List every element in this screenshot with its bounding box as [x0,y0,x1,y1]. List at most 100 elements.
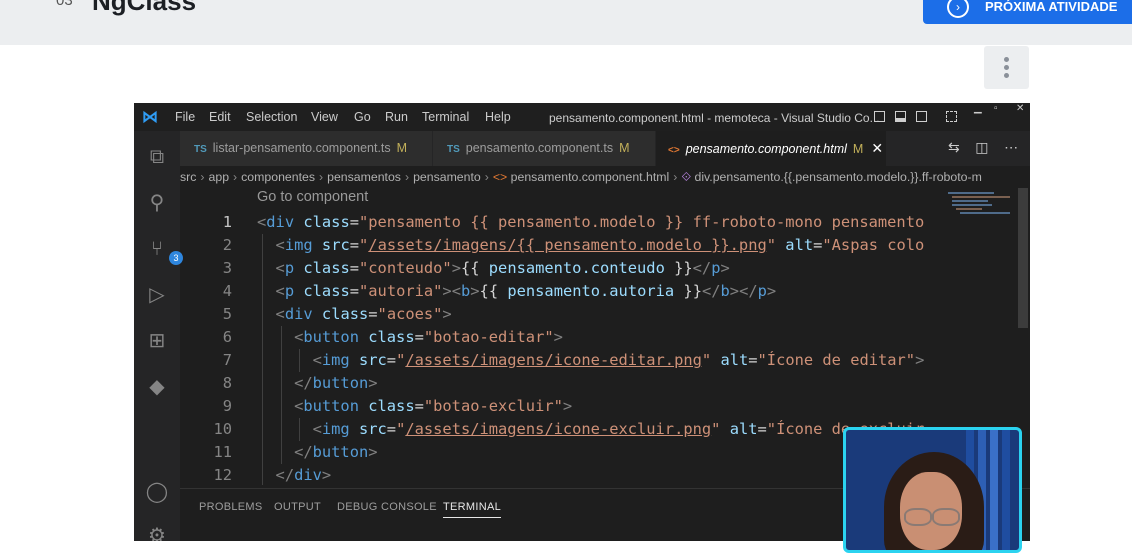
breadcrumb-item[interactable]: app [209,170,230,184]
tab-listar-pensamento-ts[interactable]: TS listar-pensamento.component.ts M [180,131,432,166]
angular-icon[interactable]: ◆ [145,375,169,399]
title-bar: ⋈ File Edit Selection View Go Run Termin… [134,103,1030,131]
line-number: 3 [222,259,232,277]
breadcrumb-item[interactable]: pensamentos [327,170,401,184]
close-tab-icon[interactable]: ✕ [871,140,883,156]
code-line[interactable]: 12 </div> [180,464,940,485]
compare-changes-icon[interactable]: ⇆ [948,139,960,155]
lesson-number: 03 [56,0,73,9]
minimap-preview [948,192,1010,214]
code-line[interactable]: 8 </button> [180,372,940,395]
breadcrumb-item[interactable]: pensamento.component.html [511,170,670,184]
indent-guide [262,303,263,326]
element-symbol-icon: ⟐ [681,170,692,184]
code-text: <p class="autoria"><b>{{ pensamento.auto… [275,282,777,300]
code-line[interactable]: 9 <button class="botao-excluir"> [180,395,940,418]
code-line[interactable]: 2 <img src="/assets/imagens/{{ pensament… [180,234,940,257]
indent-guide [262,418,263,441]
breadcrumb-item[interactable]: componentes [241,170,315,184]
code-text: <img src="/assets/imagens/icone-excluir.… [312,420,925,438]
window-close-button[interactable]: ✕ [1016,103,1024,114]
menu-terminal[interactable]: Terminal [422,110,469,124]
tab-pensamento-html[interactable]: <> pensamento.component.html M ✕ [656,131,886,166]
toggle-secondary-sidebar-icon[interactable] [916,111,927,122]
toggle-panel-icon[interactable] [895,111,906,122]
code-text: <div class="acoes"> [275,305,452,323]
activity-bar: ⧉ ⚲ ⑂ 3 ▷ ⊞ ◆ ◯ ⚙ [134,131,183,541]
arrow-circle-right-icon: › [947,0,969,18]
modified-indicator: M [619,141,630,155]
search-icon[interactable]: ⚲ [145,191,169,215]
indent-guide [280,418,282,441]
menu-run[interactable]: Run [385,110,408,124]
menu-help[interactable]: Help [485,110,511,124]
indent-guide [262,326,263,349]
toggle-sidebar-icon[interactable] [874,111,885,122]
line-number: 9 [222,397,232,415]
breadcrumb-item[interactable]: div.pensamento.{{.pensamento.modelo.}}.f… [694,170,981,184]
panel-tab-debug-console[interactable]: DEBUG CONSOLE [337,501,437,513]
more-actions-icon[interactable]: ⋯ [1004,139,1018,155]
code-line[interactable]: 1 <div class="pensamento {{ pensamento.mo… [180,211,940,234]
next-activity-button[interactable]: › PRÓXIMA ATIVIDADE [923,0,1132,24]
editor-scrollbar[interactable] [1018,188,1028,328]
line-number: 6 [222,328,232,346]
options-menu-button[interactable] [984,46,1029,89]
indent-guide [262,441,263,464]
code-text: <button class="botao-editar"> [294,328,563,346]
code-text: </button> [294,443,378,461]
modified-indicator: M [396,141,408,155]
tab-pensamento-ts[interactable]: TS pensamento.component.ts M [433,131,655,166]
line-number: 4 [222,282,232,300]
menu-selection[interactable]: Selection [246,110,297,124]
panel-tab-problems[interactable]: PROBLEMS [199,501,263,513]
code-line[interactable]: 3 <p class="conteudo">{{ pensamento.cont… [180,257,940,280]
indent-guide [262,464,263,485]
line-number: 11 [213,443,232,461]
panel-tab-output[interactable]: OUTPUT [274,501,321,513]
typescript-file-icon: TS [447,144,460,155]
explorer-icon[interactable]: ⧉ [145,145,169,169]
menu-go[interactable]: Go [354,110,371,124]
go-to-component-hint[interactable]: Go to component [257,189,368,205]
menu-view[interactable]: View [311,110,338,124]
lesson-header: 03 NgClass › PRÓXIMA ATIVIDADE [0,0,1132,45]
source-control-icon[interactable]: ⑂ 3 [145,237,183,265]
lesson-title: NgClass [92,0,197,16]
code-editor[interactable]: 1 <div class="pensamento {{ pensamento.mo… [180,207,940,485]
code-line[interactable]: 7 <img src="/assets/imagens/icone-editar… [180,349,940,372]
window-maximize-button[interactable]: ▫ [994,103,998,114]
code-line[interactable]: 11 </button> [180,441,940,464]
indent-guide [262,395,263,418]
menu-edit[interactable]: Edit [209,110,231,124]
indent-guide [280,372,282,395]
instructor-webcam [843,427,1022,553]
code-text: <p class="conteudo">{{ pensamento.conteu… [275,259,730,277]
code-text: <img src="/assets/imagens/icone-editar.p… [312,351,925,369]
panel-tab-terminal[interactable]: TERMINAL [443,501,502,518]
indent-guide [280,349,282,372]
indent-guide [262,372,263,395]
menu-file[interactable]: File [175,110,195,124]
breadcrumb-item[interactable]: src [180,170,196,184]
html-file-icon: <> [492,170,508,184]
indent-guide [262,349,263,372]
window-title: pensamento.component.html - memoteca - V… [549,111,880,125]
code-line[interactable]: 5 <div class="acoes"> [180,303,940,326]
indent-guide [262,280,263,303]
split-editor-icon[interactable]: ◫ [975,139,988,155]
indent-guide [262,257,263,280]
code-line[interactable]: 6 <button class="botao-editar"> [180,326,940,349]
code-text: </button> [294,374,378,392]
run-debug-icon[interactable]: ▷ [145,283,169,307]
breadcrumb-item[interactable]: pensamento [413,170,481,184]
account-icon[interactable]: ◯ [145,480,169,504]
html-file-icon: <> [668,145,680,156]
code-line[interactable]: 10 <img src="/assets/imagens/icone-exclu… [180,418,940,441]
line-number: 8 [222,374,232,392]
code-line[interactable]: 4 <p class="autoria"><b>{{ pensamento.au… [180,280,940,303]
extensions-icon[interactable]: ⊞ [145,329,169,353]
settings-gear-icon[interactable]: ⚙ [145,524,169,541]
customize-layout-icon[interactable] [946,111,957,122]
window-minimize-button[interactable]: ▁ [974,103,982,114]
